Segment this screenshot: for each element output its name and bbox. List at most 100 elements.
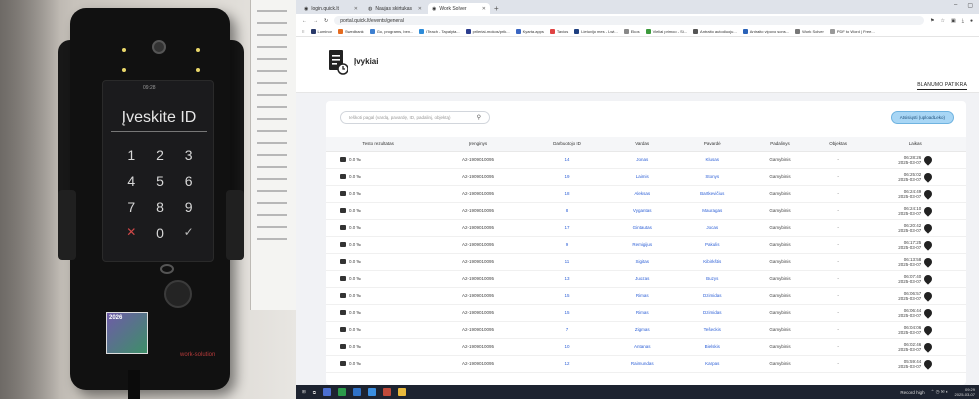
location-pin-icon[interactable] (922, 153, 934, 166)
table-row[interactable]: 0.0 ‰ A2-1909010095 11 Sigitas Kibirkštis Gam… (326, 253, 966, 271)
employee-id-cell[interactable]: 15 (525, 287, 609, 305)
bookmark-item[interactable]: PDF to Word | Free... (829, 29, 875, 34)
app-icon[interactable] (353, 388, 361, 396)
new-tab-button[interactable]: + (494, 3, 499, 14)
last-name-cell[interactable]: Dzimidas (676, 304, 749, 322)
bookmark-item[interactable]: iTeach - Tapalyta... (419, 29, 460, 34)
camera-icon[interactable] (340, 225, 346, 231)
last-name-cell[interactable]: Stonys (676, 168, 749, 186)
nav-link-blanumo-patikra[interactable]: BLANUMO PATIKRA (917, 82, 967, 90)
table-row[interactable]: 0.0 ‰ A2-1909010095 10 Antanas Bielskis Gamyb… (326, 338, 966, 356)
profile-icon[interactable]: ● (970, 18, 973, 24)
keypad-key[interactable]: 8 (146, 199, 175, 215)
search-input[interactable]: Ieškoti pagal (vardą, pavardę, ID, padal… (340, 111, 490, 124)
keypad-key[interactable]: 7 (117, 199, 146, 215)
close-icon[interactable]: ✕ (418, 6, 422, 12)
last-name-cell[interactable]: Buzys (676, 270, 749, 288)
download-icon[interactable]: ⤓ (962, 18, 964, 24)
keypad-key[interactable]: 6 (174, 173, 203, 189)
chrome-taskbar-icon[interactable] (398, 388, 406, 396)
last-name-cell[interactable]: Karpas (676, 355, 749, 373)
last-name-cell[interactable]: Bartkevičius (676, 185, 749, 203)
camera-icon[interactable] (340, 174, 346, 180)
bookmark-item[interactable]: Swedbank (338, 29, 364, 34)
camera-icon[interactable] (340, 361, 346, 367)
task-view-icon[interactable]: ⧉ (313, 390, 316, 395)
camera-icon[interactable] (340, 276, 346, 282)
clock[interactable]: 09:29 2025-03-07 (955, 387, 975, 397)
first-name-cell[interactable]: Zigmas (608, 321, 677, 339)
location-pin-icon[interactable] (922, 255, 934, 268)
first-name-cell[interactable]: Vygantas (608, 202, 677, 220)
keypad-key[interactable]: 3 (174, 147, 203, 163)
last-name-cell[interactable]: Jocas (676, 219, 749, 237)
table-row[interactable]: 0.0 ‰ A2-1909010095 15 Rimas Dzimidas Gamybin… (326, 304, 966, 322)
tab-login[interactable]: ◉ login.quick.lt ✕ (300, 3, 362, 14)
first-name-cell[interactable]: Juozas (608, 270, 677, 288)
employee-id-cell[interactable]: 11 (525, 253, 609, 271)
bookmark-item[interactable]: Luminor (310, 29, 332, 34)
url-field[interactable]: portal.quick.lt/events/general (334, 16, 925, 25)
table-row[interactable]: 0.0 ‰ A2-1909010095 7 Zigmas Tešeckis Gamybin… (326, 321, 966, 339)
location-pin-icon[interactable] (922, 340, 934, 353)
translate-icon[interactable]: ⚑ (930, 18, 934, 24)
bookmark-item[interactable]: Tavios (549, 29, 568, 34)
last-name-cell[interactable]: Pakulis (676, 236, 749, 254)
location-pin-icon[interactable] (922, 238, 934, 251)
employee-id-cell[interactable]: 8 (525, 202, 609, 220)
employee-id-cell[interactable]: 10 (525, 338, 609, 356)
bookmark-item[interactable]: prileriai-mokos/prik... (465, 29, 510, 34)
first-name-cell[interactable]: Remigijus (608, 236, 677, 254)
employee-id-cell[interactable]: 17 (525, 219, 609, 237)
table-row[interactable]: 0.0 ‰ A2-1909010095 19 Laimis Stonys Gamybini… (326, 168, 966, 186)
apps-icon[interactable]: ⁝⁝ (302, 29, 305, 34)
bookmark-item[interactable]: Antraito vipovo sons... (742, 29, 789, 34)
weather-status[interactable]: Record high (900, 390, 924, 395)
close-icon[interactable]: ✕ (482, 6, 486, 12)
employee-id-cell[interactable]: 7 (525, 321, 609, 339)
bookmark-item[interactable]: Lietuvijo mes - Lwt... (574, 29, 618, 34)
last-name-cell[interactable]: Tešeckis (676, 321, 749, 339)
location-pin-icon[interactable] (922, 323, 934, 336)
bookmark-item[interactable]: Ekos (623, 29, 640, 34)
keypad-key[interactable]: 1 (117, 147, 146, 163)
bookmark-item[interactable]: Work Solver (795, 29, 824, 34)
camera-icon[interactable] (340, 208, 346, 214)
bookmark-item[interactable]: Vieliai primoo - Si... (645, 29, 687, 34)
tab-work-solver[interactable]: ◉ Work Solver ✕ (428, 3, 490, 14)
employee-id-cell[interactable]: 19 (525, 168, 609, 186)
location-pin-icon[interactable] (922, 204, 934, 217)
bookmark-item[interactable]: Kyarta.apps (515, 29, 544, 34)
last-name-cell[interactable]: Mauragas (676, 202, 749, 220)
bookmark-item[interactable]: Go, programs, ben... (369, 29, 413, 34)
keypad-confirm-key[interactable]: ✓ (174, 225, 203, 241)
tray-icons[interactable]: ⌃ ◷ ✉ ◐ (931, 389, 949, 395)
camera-icon[interactable] (340, 259, 346, 265)
table-row[interactable]: 0.0 ‰ A2-1909010095 18 Aleksas Bartkevičius G… (326, 185, 966, 203)
first-name-cell[interactable]: Sigitas (608, 253, 677, 271)
first-name-cell[interactable]: Antanas (608, 338, 677, 356)
app-icon[interactable] (323, 388, 331, 396)
table-row[interactable]: 0.0 ‰ A2-1909010095 15 Rimas Dzimidas Gamybin… (326, 287, 966, 305)
employee-id-cell[interactable]: 18 (525, 185, 609, 203)
table-row[interactable]: 0.0 ‰ A2-1909010095 12 Raimundas Karpas Gamyb… (326, 355, 966, 373)
download-button[interactable]: Atsisiųsti (uploadLeko) (890, 111, 954, 124)
back-icon[interactable]: ← (302, 18, 307, 24)
star-icon[interactable]: ☆ (941, 18, 945, 24)
employee-id-cell[interactable]: 14 (525, 151, 609, 169)
last-name-cell[interactable]: Klusas (676, 151, 749, 169)
location-pin-icon[interactable] (922, 187, 934, 200)
extensions-icon[interactable]: ▣ (951, 18, 956, 24)
app-icon[interactable] (383, 388, 391, 396)
first-name-cell[interactable]: Rimas (608, 287, 677, 305)
employee-id-cell[interactable]: 9 (525, 236, 609, 254)
employee-id-cell[interactable]: 12 (525, 355, 609, 373)
windows-icon[interactable]: ⊞ (302, 389, 306, 395)
last-name-cell[interactable]: Dzimidas (676, 287, 749, 305)
location-pin-icon[interactable] (922, 170, 934, 183)
minimize-icon[interactable]: – (954, 2, 957, 9)
search-icon[interactable]: ⚲ (477, 114, 481, 121)
camera-icon[interactable] (340, 344, 346, 350)
camera-icon[interactable] (340, 293, 346, 299)
app-icon[interactable] (338, 388, 346, 396)
